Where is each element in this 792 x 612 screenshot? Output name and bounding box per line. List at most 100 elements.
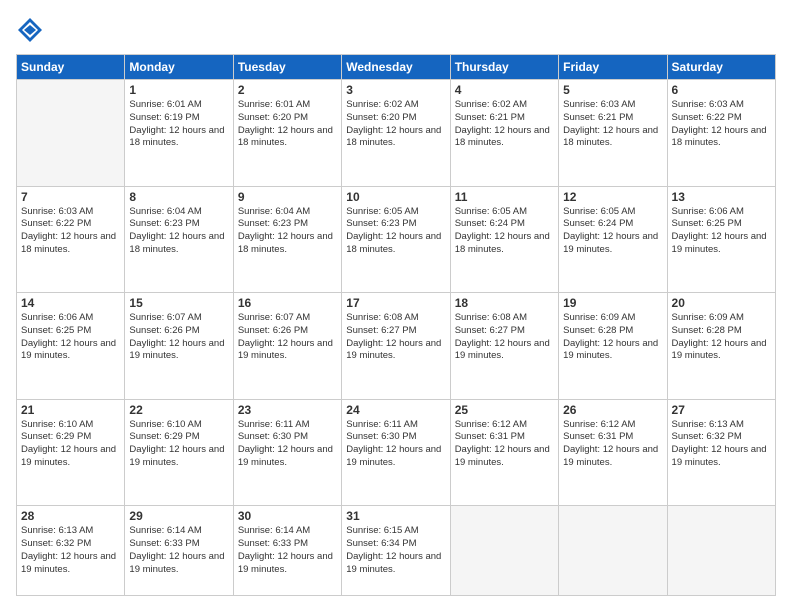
day-cell: 5Sunrise: 6:03 AMSunset: 6:21 PMDaylight… [559, 80, 667, 187]
day-number: 19 [563, 296, 662, 310]
day-number: 10 [346, 190, 445, 204]
day-info: Sunrise: 6:02 AMSunset: 6:21 PMDaylight:… [455, 99, 554, 150]
day-number: 11 [455, 190, 554, 204]
day-cell [667, 506, 775, 596]
day-cell [559, 506, 667, 596]
day-cell: 30 Sunrise: 6:14 AMSunset: 6:33 PMDayligh… [233, 506, 341, 596]
day-info: Sunrise: 6:11 AMSunset: 6:30 PMDaylight:… [238, 419, 337, 470]
day-info: Sunrise: 6:08 AMSunset: 6:27 PMDaylight:… [455, 312, 554, 363]
day-cell: 23 Sunrise: 6:11 AMSunset: 6:30 PMDayligh… [233, 399, 341, 506]
day-cell: 6 Sunrise: 6:03 AMSunset: 6:22 PMDaylight… [667, 80, 775, 187]
day-number: 3 [346, 83, 445, 97]
day-info: Sunrise: 6:10 AMSunset: 6:29 PMDaylight:… [21, 419, 120, 470]
day-number: 15 [129, 296, 228, 310]
day-cell: 18 Sunrise: 6:08 AMSunset: 6:27 PMDayligh… [450, 293, 558, 400]
day-info: Sunrise: 6:05 AMSunset: 6:24 PMDaylight:… [455, 206, 554, 257]
day-number: 8 [129, 190, 228, 204]
day-cell: 2Sunrise: 6:01 AMSunset: 6:20 PMDaylight… [233, 80, 341, 187]
day-info: Sunrise: 6:09 AMSunset: 6:28 PMDaylight:… [563, 312, 662, 363]
day-number: 18 [455, 296, 554, 310]
day-number: 29 [129, 509, 228, 523]
day-info: Sunrise: 6:10 AMSunset: 6:29 PMDaylight:… [129, 419, 228, 470]
day-cell: 14 Sunrise: 6:06 AMSunset: 6:25 PMDayligh… [17, 293, 125, 400]
logo [16, 16, 48, 44]
day-cell: 31 Sunrise: 6:15 AMSunset: 6:34 PMDayligh… [342, 506, 450, 596]
day-number: 14 [21, 296, 120, 310]
day-cell: 16Sunrise: 6:07 AMSunset: 6:26 PMDayligh… [233, 293, 341, 400]
day-cell: 20Sunrise: 6:09 AMSunset: 6:28 PMDayligh… [667, 293, 775, 400]
day-cell [450, 506, 558, 596]
day-info: Sunrise: 6:14 AMSunset: 6:33 PMDaylight:… [129, 525, 228, 576]
day-cell: 15 Sunrise: 6:07 AMSunset: 6:26 PMDayligh… [125, 293, 233, 400]
calendar-header-friday: Friday [559, 55, 667, 80]
day-number: 16 [238, 296, 337, 310]
day-number: 23 [238, 403, 337, 417]
day-number: 12 [563, 190, 662, 204]
day-info: Sunrise: 6:11 AMSunset: 6:30 PMDaylight:… [346, 419, 445, 470]
day-cell [17, 80, 125, 187]
day-cell: 1 Sunrise: 6:01 AMSunset: 6:19 PMDaylight… [125, 80, 233, 187]
day-number: 1 [129, 83, 228, 97]
day-number: 13 [672, 190, 771, 204]
day-number: 24 [346, 403, 445, 417]
day-number: 7 [21, 190, 120, 204]
calendar-table: SundayMondayTuesdayWednesdayThursdayFrid… [16, 54, 776, 596]
day-cell: 27 Sunrise: 6:13 AMSunset: 6:32 PMDayligh… [667, 399, 775, 506]
day-number: 4 [455, 83, 554, 97]
week-row-2: 7 Sunrise: 6:03 AMSunset: 6:22 PMDaylight… [17, 186, 776, 293]
day-number: 17 [346, 296, 445, 310]
day-number: 31 [346, 509, 445, 523]
day-number: 22 [129, 403, 228, 417]
day-number: 20 [672, 296, 771, 310]
day-cell: 29 Sunrise: 6:14 AMSunset: 6:33 PMDayligh… [125, 506, 233, 596]
day-number: 30 [238, 509, 337, 523]
day-info: Sunrise: 6:01 AMSunset: 6:19 PMDaylight:… [129, 99, 228, 150]
week-row-3: 14 Sunrise: 6:06 AMSunset: 6:25 PMDayligh… [17, 293, 776, 400]
page: SundayMondayTuesdayWednesdayThursdayFrid… [0, 0, 792, 612]
day-info: Sunrise: 6:14 AMSunset: 6:33 PMDaylight:… [238, 525, 337, 576]
day-cell: 11 Sunrise: 6:05 AMSunset: 6:24 PMDayligh… [450, 186, 558, 293]
day-info: Sunrise: 6:05 AMSunset: 6:23 PMDaylight:… [346, 206, 445, 257]
day-cell: 17 Sunrise: 6:08 AMSunset: 6:27 PMDayligh… [342, 293, 450, 400]
day-info: Sunrise: 6:03 AMSunset: 6:22 PMDaylight:… [672, 99, 771, 150]
day-cell: 19 Sunrise: 6:09 AMSunset: 6:28 PMDayligh… [559, 293, 667, 400]
day-info: Sunrise: 6:12 AMSunset: 6:31 PMDaylight:… [563, 419, 662, 470]
day-cell: 4 Sunrise: 6:02 AMSunset: 6:21 PMDaylight… [450, 80, 558, 187]
day-info: Sunrise: 6:13 AMSunset: 6:32 PMDaylight:… [672, 419, 771, 470]
day-cell: 13 Sunrise: 6:06 AMSunset: 6:25 PMDayligh… [667, 186, 775, 293]
day-info: Sunrise: 6:03 AMSunset: 6:22 PMDaylight:… [21, 206, 120, 257]
day-cell: 8Sunrise: 6:04 AMSunset: 6:23 PMDaylight… [125, 186, 233, 293]
day-cell: 25 Sunrise: 6:12 AMSunset: 6:31 PMDayligh… [450, 399, 558, 506]
day-number: 26 [563, 403, 662, 417]
week-row-1: 1 Sunrise: 6:01 AMSunset: 6:19 PMDaylight… [17, 80, 776, 187]
day-info: Sunrise: 6:07 AMSunset: 6:26 PMDaylight:… [129, 312, 228, 363]
day-number: 9 [238, 190, 337, 204]
day-info: Sunrise: 6:02 AMSunset: 6:20 PMDaylight:… [346, 99, 445, 150]
day-info: Sunrise: 6:06 AMSunset: 6:25 PMDaylight:… [672, 206, 771, 257]
day-info: Sunrise: 6:15 AMSunset: 6:34 PMDaylight:… [346, 525, 445, 576]
day-info: Sunrise: 6:06 AMSunset: 6:25 PMDaylight:… [21, 312, 120, 363]
day-cell: 9Sunrise: 6:04 AMSunset: 6:23 PMDaylight… [233, 186, 341, 293]
day-cell: 24 Sunrise: 6:11 AMSunset: 6:30 PMDayligh… [342, 399, 450, 506]
calendar-header-sunday: Sunday [17, 55, 125, 80]
day-info: Sunrise: 6:01 AMSunset: 6:20 PMDaylight:… [238, 99, 337, 150]
header [16, 16, 776, 44]
day-info: Sunrise: 6:12 AMSunset: 6:31 PMDaylight:… [455, 419, 554, 470]
day-cell: 26 Sunrise: 6:12 AMSunset: 6:31 PMDayligh… [559, 399, 667, 506]
calendar-header-wednesday: Wednesday [342, 55, 450, 80]
day-number: 28 [21, 509, 120, 523]
day-info: Sunrise: 6:08 AMSunset: 6:27 PMDaylight:… [346, 312, 445, 363]
day-number: 21 [21, 403, 120, 417]
day-cell: 22 Sunrise: 6:10 AMSunset: 6:29 PMDayligh… [125, 399, 233, 506]
day-number: 27 [672, 403, 771, 417]
calendar-header-row: SundayMondayTuesdayWednesdayThursdayFrid… [17, 55, 776, 80]
day-cell: 7 Sunrise: 6:03 AMSunset: 6:22 PMDaylight… [17, 186, 125, 293]
day-cell: 21 Sunrise: 6:10 AMSunset: 6:29 PMDayligh… [17, 399, 125, 506]
day-info: Sunrise: 6:03 AMSunset: 6:21 PMDaylight:… [563, 99, 662, 150]
calendar-header-monday: Monday [125, 55, 233, 80]
day-info: Sunrise: 6:05 AMSunset: 6:24 PMDaylight:… [563, 206, 662, 257]
week-row-4: 21 Sunrise: 6:10 AMSunset: 6:29 PMDayligh… [17, 399, 776, 506]
day-number: 6 [672, 83, 771, 97]
week-row-5: 28Sunrise: 6:13 AMSunset: 6:32 PMDayligh… [17, 506, 776, 596]
day-number: 25 [455, 403, 554, 417]
